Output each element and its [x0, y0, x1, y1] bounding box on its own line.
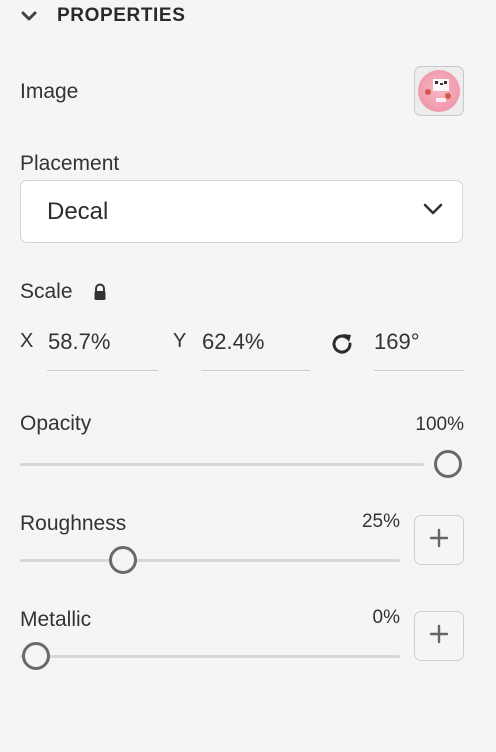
opacity-slider-knob[interactable] — [434, 450, 462, 478]
roughness-add-button[interactable] — [414, 515, 464, 565]
chevron-down-icon — [422, 198, 444, 225]
image-label: Image — [20, 80, 79, 103]
opacity-label: Opacity — [20, 412, 92, 435]
scale-y-value[interactable]: 62.4% — [202, 329, 264, 355]
properties-section-header[interactable]: PROPERTIES — [18, 2, 185, 30]
image-thumbnail-button[interactable] — [414, 66, 464, 116]
image-thumbnail — [418, 70, 460, 112]
metallic-slider-track[interactable] — [20, 655, 400, 658]
scale-y-underline — [201, 370, 310, 371]
plus-icon — [429, 624, 449, 649]
metallic-slider-knob[interactable] — [22, 642, 50, 670]
scale-y-label: Y — [173, 330, 187, 352]
placement-selected-value: Decal — [47, 197, 109, 225]
plus-icon — [429, 528, 449, 553]
metallic-add-button[interactable] — [414, 611, 464, 661]
opacity-slider-track[interactable] — [20, 463, 424, 466]
metallic-value: 0% — [372, 607, 400, 628]
opacity-value: 100% — [415, 414, 464, 435]
scale-x-value[interactable]: 58.7% — [48, 329, 110, 355]
rotation-value[interactable]: 169° — [374, 329, 420, 355]
chevron-down-icon[interactable] — [18, 5, 40, 27]
placement-label: Placement — [20, 152, 120, 175]
rotate-icon — [328, 330, 356, 363]
scale-label: Scale — [20, 280, 73, 303]
roughness-slider-knob[interactable] — [108, 546, 137, 574]
roughness-label: Roughness — [20, 512, 127, 535]
placement-dropdown[interactable]: Decal — [20, 180, 463, 243]
section-title: PROPERTIES — [57, 5, 186, 26]
rotation-underline — [374, 370, 464, 371]
roughness-slider-track[interactable] — [20, 559, 400, 562]
scale-x-underline — [47, 370, 158, 371]
lock-icon[interactable] — [93, 283, 107, 306]
roughness-value: 25% — [361, 511, 400, 532]
metallic-label: Metallic — [20, 608, 92, 631]
scale-x-label: X — [20, 330, 34, 352]
